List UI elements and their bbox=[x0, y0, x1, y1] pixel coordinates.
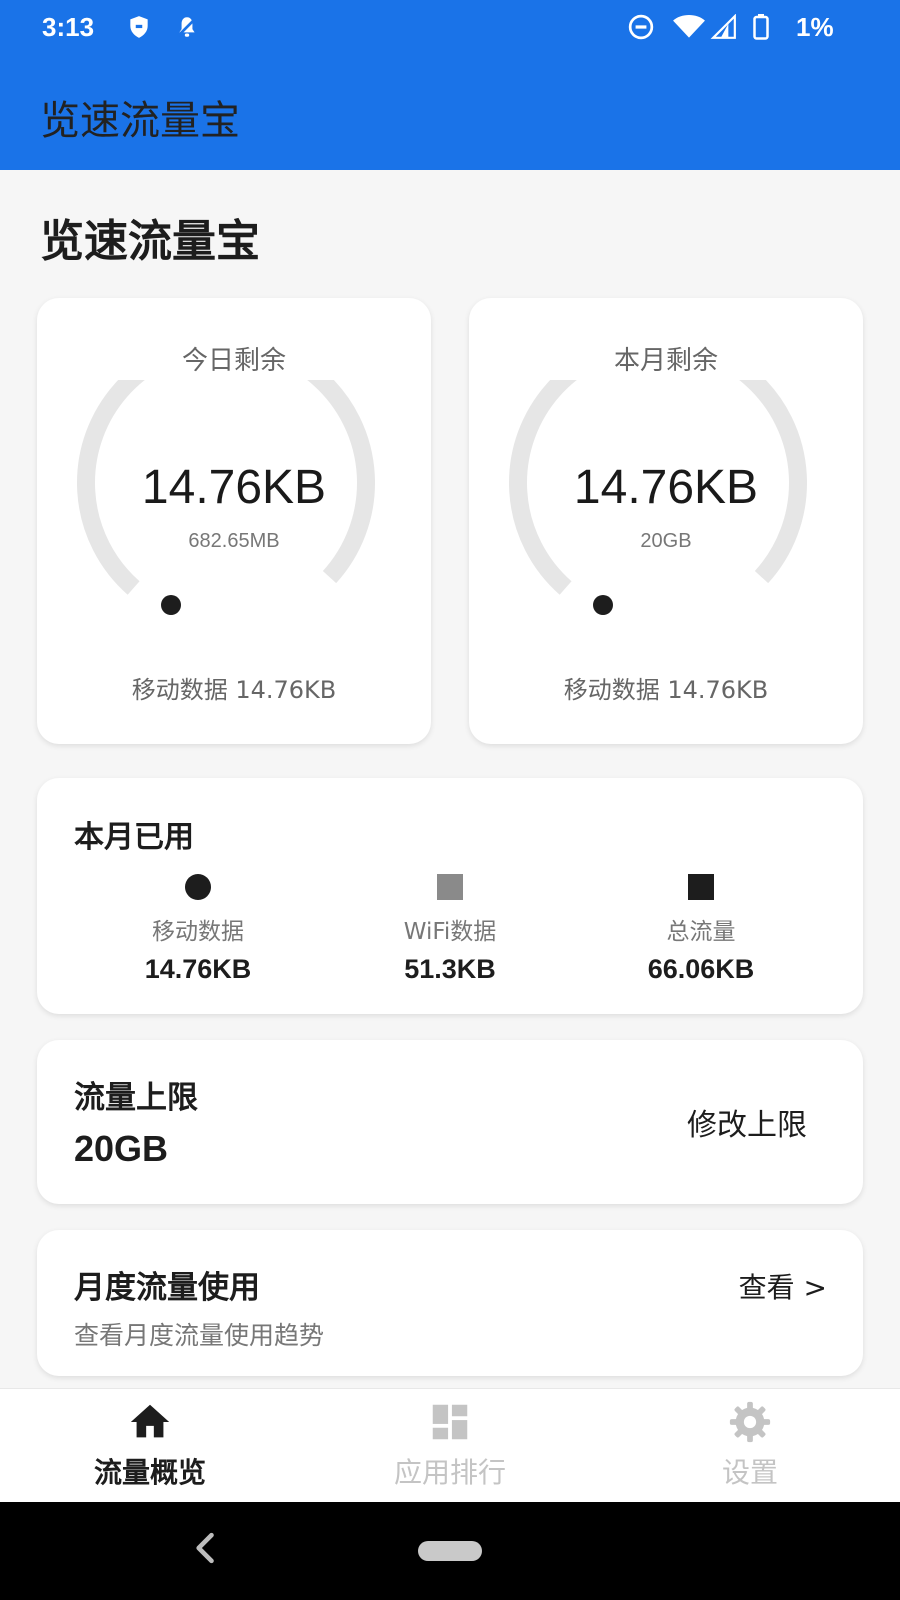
nav-item-app-ranking-label: 应用排行 bbox=[393, 1456, 506, 1489]
monthly-used-heading: 本月已用 bbox=[74, 820, 194, 855]
today-gauge-indicator bbox=[161, 595, 181, 615]
page-title: 览速流量宝 bbox=[40, 216, 260, 267]
gear-icon bbox=[729, 1401, 771, 1443]
data-limit-heading: 流量上限 bbox=[74, 1080, 198, 1116]
stat-wifi-data: WiFi数据 51.3KB bbox=[330, 874, 570, 985]
stat-mobile-data-label: 移动数据 bbox=[152, 919, 244, 945]
nav-item-overview[interactable]: 流量概览 bbox=[0, 1399, 300, 1491]
monthly-used-card: 本月已用 移动数据 14.76KB WiFi数据 51.3KB 总流量 66.0… bbox=[37, 778, 863, 1014]
status-time: 3:13 bbox=[42, 12, 95, 42]
nav-item-overview-label: 流量概览 bbox=[93, 1456, 206, 1489]
view-monthly-usage-link[interactable]: 查看 > bbox=[739, 1266, 827, 1306]
bottom-navigation: 流量概览 应用排行 设置 bbox=[0, 1388, 900, 1503]
month-mobile-data: 移动数据 14.76KB bbox=[563, 676, 769, 704]
stat-wifi-data-value: 51.3KB bbox=[404, 954, 496, 984]
do-not-disturb-icon bbox=[628, 14, 654, 40]
nav-item-app-ranking[interactable]: 应用排行 bbox=[300, 1399, 600, 1491]
total-legend-icon bbox=[688, 874, 714, 900]
month-remaining-label: 本月剩余 bbox=[613, 346, 718, 376]
app-bar-title: 览速流量宝 bbox=[40, 98, 240, 144]
nav-item-settings[interactable]: 设置 bbox=[600, 1399, 900, 1491]
data-limit-card: 流量上限 20GB 修改上限 bbox=[37, 1040, 863, 1204]
app-bar: 览速流量宝 bbox=[0, 56, 900, 170]
stat-total-value: 66.06KB bbox=[647, 954, 755, 984]
nav-item-settings-label: 设置 bbox=[721, 1456, 778, 1489]
today-total-value: 682.65MB bbox=[188, 530, 280, 552]
status-bar: 3:13 1% bbox=[0, 0, 900, 56]
wifi-data-legend-icon bbox=[437, 874, 463, 900]
month-total-value: 20GB bbox=[640, 530, 692, 552]
today-remaining-value: 14.76KB bbox=[141, 461, 327, 514]
system-navigation-bar bbox=[0, 1502, 900, 1600]
mobile-data-legend-icon bbox=[185, 874, 211, 900]
dashboard-icon bbox=[432, 1404, 468, 1440]
monthly-usage-card[interactable]: 月度流量使用 查看月度流量使用趋势 查看 > bbox=[37, 1230, 863, 1376]
back-icon[interactable] bbox=[184, 1526, 228, 1570]
today-mobile-data: 移动数据 14.76KB bbox=[131, 676, 337, 704]
monthly-usage-description: 查看月度流量使用趋势 bbox=[74, 1321, 325, 1350]
battery-percent: 1% bbox=[796, 12, 834, 42]
notifications-off-icon bbox=[177, 17, 197, 37]
stat-mobile-data-value: 14.76KB bbox=[144, 954, 252, 984]
month-remaining-card[interactable]: 本月剩余 14.76KB 20GB 移动数据 14.76KB bbox=[469, 298, 863, 744]
signal-icon bbox=[710, 14, 736, 39]
monthly-usage-heading: 月度流量使用 bbox=[74, 1270, 260, 1306]
shield-icon bbox=[130, 16, 148, 38]
stat-wifi-data-label: WiFi数据 bbox=[403, 919, 497, 945]
stat-mobile-data: 移动数据 14.76KB bbox=[78, 874, 318, 985]
wifi-icon bbox=[673, 15, 705, 38]
month-gauge-indicator bbox=[593, 595, 613, 615]
battery-icon bbox=[753, 14, 769, 40]
home-icon bbox=[130, 1404, 170, 1438]
home-pill-button[interactable] bbox=[418, 1541, 482, 1561]
edit-limit-button[interactable]: 修改上限 bbox=[687, 1100, 807, 1144]
today-remaining-card[interactable]: 今日剩余 14.76KB 682.65MB 移动数据 14.76KB bbox=[37, 298, 431, 744]
today-remaining-label: 今日剩余 bbox=[181, 346, 286, 376]
stat-total: 总流量 66.06KB bbox=[581, 874, 821, 985]
month-remaining-value: 14.76KB bbox=[573, 461, 759, 514]
stat-total-label: 总流量 bbox=[666, 919, 736, 945]
data-limit-value: 20GB bbox=[74, 1128, 169, 1169]
